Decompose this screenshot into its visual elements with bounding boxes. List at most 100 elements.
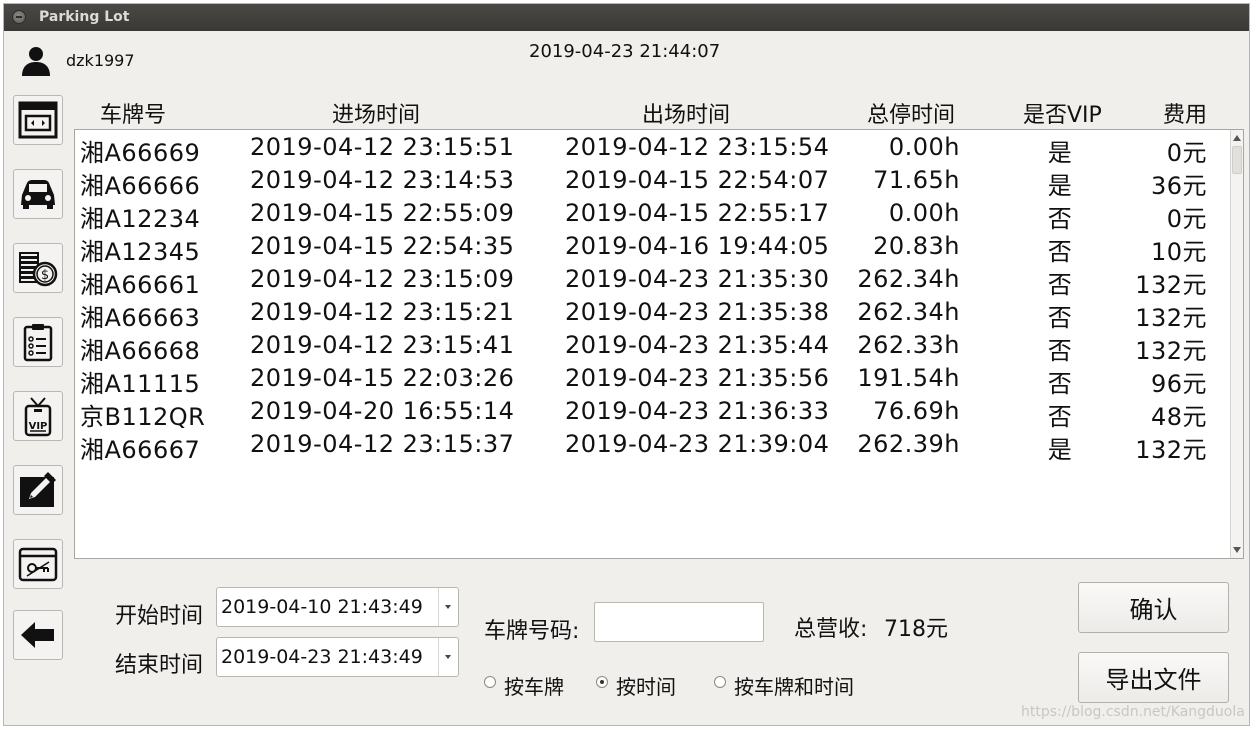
export-file-button[interactable]: 导出文件	[1078, 652, 1229, 703]
username: dzk1997	[66, 51, 135, 70]
cell-entry-time: 2019-04-12 23:15:51	[250, 133, 515, 161]
chevron-down-icon[interactable]	[438, 588, 458, 626]
cell-entry-time: 2019-04-12 23:15:41	[250, 331, 515, 359]
end-time-value: 2019-04-23 21:43:49	[221, 646, 423, 668]
cell-exit-time: 2019-04-15 22:54:07	[565, 166, 830, 194]
records-table[interactable]: 湘A66669 2019-04-12 23:15:51 2019-04-12 23:…	[74, 129, 1244, 559]
cell-total-time: 20.83h	[873, 232, 960, 260]
radio-by-time-label[interactable]: 按时间	[616, 671, 676, 700]
cell-fee: 132元	[1135, 337, 1207, 365]
revenue-value: 718元	[884, 617, 948, 642]
settings-key-icon	[18, 547, 58, 582]
cell-total-time: 71.65h	[873, 166, 960, 194]
cell-exit-time: 2019-04-23 21:35:44	[565, 331, 830, 359]
cell-plate: 湘A12345	[80, 238, 201, 266]
cell-plate: 湘A66663	[80, 304, 201, 332]
radio-by-time[interactable]	[596, 676, 608, 688]
cell-plate: 湘A66669	[80, 139, 201, 167]
window-title: Parking Lot	[39, 9, 130, 25]
plate-number-input[interactable]	[594, 602, 764, 642]
sidebar-fees-button[interactable]: $	[13, 243, 63, 293]
cell-fee: 132元	[1135, 436, 1207, 464]
cell-entry-time: 2019-04-12 23:15:37	[250, 430, 515, 458]
cell-entry-time: 2019-04-15 22:55:09	[250, 199, 515, 227]
sidebar-vip-button[interactable]: VIP	[13, 391, 63, 441]
cell-fee: 132元	[1135, 304, 1207, 332]
cell-fee: 96元	[1150, 370, 1207, 398]
column-header-fee: 费用	[1163, 103, 1208, 128]
cell-total-time: 191.54h	[857, 364, 960, 392]
start-time-value: 2019-04-10 21:43:49	[221, 596, 423, 618]
sidebar-parking-button[interactable]	[13, 169, 63, 219]
cell-vip: 是	[1047, 436, 1073, 464]
radio-by-plate-and-time-label[interactable]: 按车牌和时间	[734, 671, 854, 700]
edit-icon	[20, 472, 56, 507]
sidebar-back-button[interactable]	[13, 610, 63, 660]
column-header-total-time: 总停时间	[867, 103, 956, 128]
coins-icon: $	[19, 252, 58, 287]
scroll-up-icon[interactable]	[1233, 135, 1241, 141]
dashboard-icon	[18, 101, 58, 139]
sidebar-records-button[interactable]	[13, 317, 63, 367]
column-header-exit-time: 出场时间	[642, 103, 731, 128]
cell-vip: 是	[1047, 172, 1073, 200]
cell-fee: 0元	[1166, 205, 1207, 233]
start-time-picker[interactable]: 2019-04-10 21:43:49	[216, 587, 459, 627]
cell-vip: 否	[1047, 337, 1073, 365]
cell-entry-time: 2019-04-15 22:54:35	[250, 232, 515, 260]
start-time-label: 开始时间	[115, 604, 204, 629]
confirm-button[interactable]: 确认	[1078, 582, 1229, 633]
cell-vip: 否	[1047, 370, 1073, 398]
title-bar: Parking Lot	[4, 4, 1249, 31]
back-arrow-icon	[21, 622, 54, 648]
clipboard-icon	[23, 324, 53, 362]
user-icon	[22, 47, 50, 76]
cell-plate: 湘A11115	[80, 370, 201, 398]
cell-fee: 48元	[1150, 403, 1207, 431]
cell-total-time: 0.00h	[888, 199, 960, 227]
cell-plate: 湘A66661	[80, 271, 201, 299]
cell-total-time: 76.69h	[873, 397, 960, 425]
end-time-label: 结束时间	[115, 653, 204, 678]
radio-by-plate[interactable]	[484, 676, 496, 688]
cell-exit-time: 2019-04-15 22:55:17	[565, 199, 830, 227]
car-icon	[21, 180, 55, 209]
cell-total-time: 262.34h	[857, 265, 960, 293]
column-header-entry-time: 进场时间	[332, 103, 421, 128]
cell-vip: 否	[1047, 271, 1073, 299]
close-icon[interactable]	[12, 10, 26, 24]
cell-vip: 否	[1047, 403, 1073, 431]
current-datetime: 2019-04-23 21:44:07	[529, 41, 721, 62]
cell-fee: 36元	[1150, 172, 1207, 200]
radio-by-plate-label[interactable]: 按车牌	[504, 671, 564, 700]
revenue-label: 总营收:	[794, 617, 868, 642]
cell-fee: 10元	[1150, 238, 1207, 266]
vip-badge-icon: VIP	[24, 397, 52, 437]
sidebar-dashboard-button[interactable]	[13, 95, 63, 145]
cell-total-time: 262.34h	[857, 298, 960, 326]
sidebar-edit-button[interactable]	[13, 465, 63, 515]
end-time-picker[interactable]: 2019-04-23 21:43:49	[216, 637, 459, 677]
cell-vip: 否	[1047, 238, 1073, 266]
watermark-text: https://blog.csdn.net/Kangduola	[1021, 704, 1245, 720]
app-window: Parking Lot dzk1997 2019-04-23 21:44:07	[3, 3, 1250, 726]
cell-fee: 132元	[1135, 271, 1207, 299]
cell-entry-time: 2019-04-20 16:55:14	[250, 397, 515, 425]
table-scrollbar[interactable]	[1230, 130, 1243, 558]
cell-plate: 湘A66667	[80, 436, 201, 464]
scroll-thumb[interactable]	[1232, 146, 1242, 174]
cell-entry-time: 2019-04-15 22:03:26	[250, 364, 515, 392]
cell-vip: 否	[1047, 205, 1073, 233]
cell-exit-time: 2019-04-23 21:35:30	[565, 265, 830, 293]
cell-plate: 湘A12234	[80, 205, 201, 233]
cell-vip: 是	[1047, 139, 1073, 167]
plate-number-label: 车牌号码:	[484, 619, 580, 644]
cell-entry-time: 2019-04-12 23:15:21	[250, 298, 515, 326]
sidebar-settings-button[interactable]	[13, 539, 63, 589]
cell-plate: 京B112QR	[80, 403, 206, 431]
scroll-down-icon[interactable]	[1233, 547, 1241, 553]
cell-exit-time: 2019-04-16 19:44:05	[565, 232, 830, 260]
cell-exit-time: 2019-04-23 21:39:04	[565, 430, 830, 458]
radio-by-plate-and-time[interactable]	[714, 676, 726, 688]
chevron-down-icon[interactable]	[438, 638, 458, 676]
